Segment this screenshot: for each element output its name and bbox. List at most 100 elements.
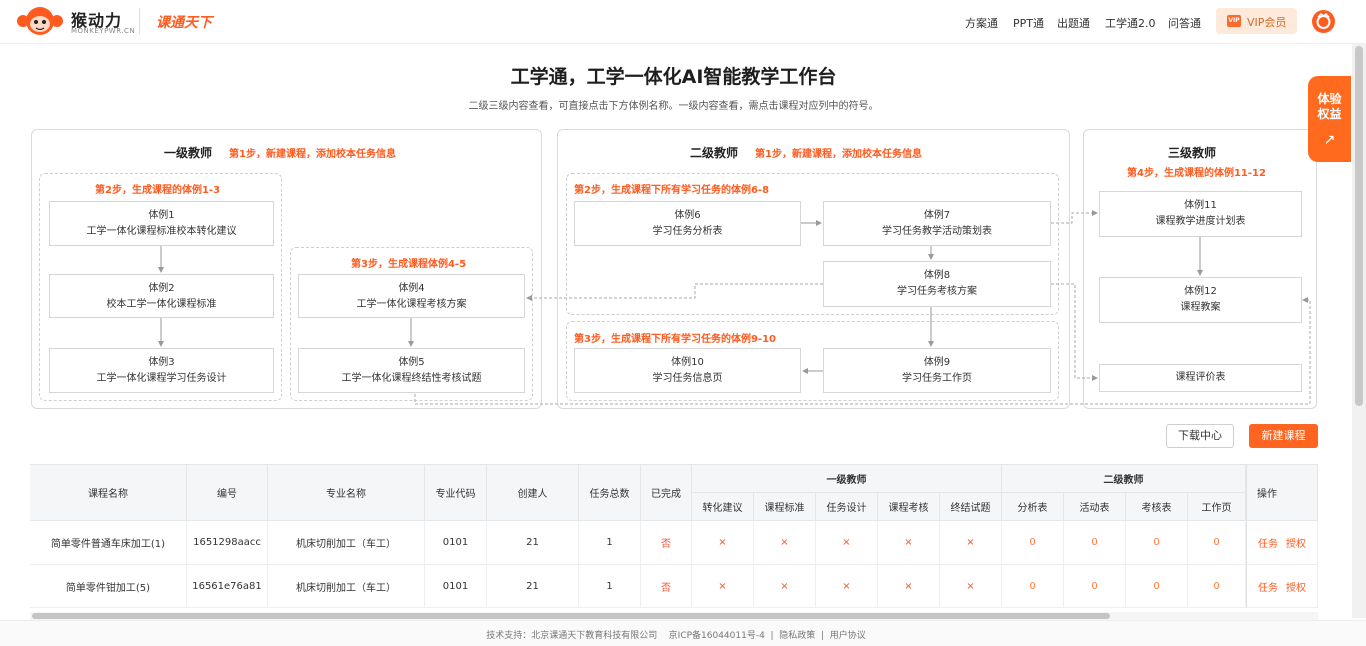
node-tili-3-desc: 工学一体化课程学习任务设计 [96,373,227,384]
page-vertical-scrollbar[interactable] [1352,44,1366,618]
scrollbar-thumb[interactable] [32,613,1110,619]
th-code: 编号 [187,465,268,521]
cell-done: 否 [641,565,692,608]
node-tili-12-desc: 课程教案 [1180,302,1221,313]
th-g2-col: 活动表 [1064,493,1126,521]
node-tili-7-title: 体例7 [923,210,951,221]
node-tili-7[interactable]: 体例7 学习任务教学活动策划表 [823,201,1051,246]
th-course-name: 课程名称 [30,465,187,521]
cell-g1-status[interactable]: × [692,521,754,565]
node-tili-6-title: 体例6 [674,210,701,221]
node-tili-9-desc: 学习任务工作页 [902,373,972,384]
th-g2-col: 考核表 [1126,493,1188,521]
node-tili-11[interactable]: 体例11 课程教学进度计划表 [1099,191,1302,237]
node-tili-5-title: 体例5 [398,357,425,368]
download-center-button[interactable]: 下载中心 [1166,424,1234,448]
cell-major-code: 0101 [425,521,487,565]
cell-g1-status[interactable]: × [754,521,816,565]
th-task-total: 任务总数 [579,465,641,521]
cell-g1-status[interactable]: × [878,565,940,608]
cell-g1-status[interactable]: × [940,521,1002,565]
node-tili-4[interactable]: 体例4 工学一体化课程考核方案 [298,274,525,318]
th-g1-col: 转化建议 [692,493,754,521]
node-tili-12[interactable]: 体例12 课程教案 [1099,277,1302,323]
cell-g1-status[interactable]: × [692,565,754,608]
node-tili-8-desc: 学习任务考核方案 [897,286,977,297]
node-tili-1-title: 体例1 [148,210,175,221]
cell-task-total: 1 [579,565,641,608]
cell-ops: 任务 授权 [1246,565,1318,608]
cell-ops: 任务 授权 [1246,521,1318,565]
page-footer: 技术支持：北京课通天下教育科技有限公司 京ICP备16044011号-4 | 隐… [0,620,1366,646]
th-g1-col: 终结试题 [940,493,1002,521]
th-g2-col: 工作页 [1188,493,1246,521]
node-tili-6-desc: 学习任务分析表 [652,226,723,237]
node-tili-12-title: 体例12 [1184,286,1217,297]
cell-g2-count[interactable]: 0 [1064,521,1126,565]
th-major-code: 专业代码 [425,465,487,521]
node-tili-5[interactable]: 体例5 工学一体化课程终结性考核试题 [298,348,525,393]
node-tili-5-desc: 工学一体化课程终结性考核试题 [341,373,482,384]
node-tili-3-title: 体例3 [148,357,175,368]
cell-g2-count[interactable]: 0 [1064,565,1126,608]
th-g1-col: 任务设计 [816,493,878,521]
th-g1-col: 课程标准 [754,493,816,521]
cell-creator: 21 [487,565,579,608]
cell-g1-status[interactable]: × [816,565,878,608]
th-group-level1: 一级教师 [692,465,1002,493]
node-tili-3[interactable]: 体例3 工学一体化课程学习任务设计 [49,348,274,393]
node-tili-6[interactable]: 体例6 学习任务分析表 [574,201,801,246]
node-tili-8[interactable]: 体例8 学习任务考核方案 [823,261,1051,307]
scrollbar-thumb[interactable] [1355,46,1363,406]
cell-course-name[interactable]: 简单零件普通车床加工(1) [30,521,187,565]
node-tili-10-desc: 学习任务信息页 [652,373,723,384]
th-group-level2: 二级教师 [1002,465,1246,493]
cell-done: 否 [641,521,692,565]
th-ops: 操作 [1246,465,1318,521]
node-tili-10-title: 体例10 [671,357,704,368]
cell-g2-count[interactable]: 0 [1126,521,1188,565]
cell-g2-count[interactable]: 0 [1126,565,1188,608]
cell-g2-count[interactable]: 0 [1002,565,1064,608]
node-tili-11-title: 体例11 [1184,200,1217,211]
footer-text: 技术支持：北京课通天下教育科技有限公司 京ICP备16044011号-4 | 隐… [486,631,866,641]
node-course-evaluation-label: 课程评价表 [1175,372,1226,383]
cell-code: 16561e76a81 [187,565,268,608]
cell-course-name[interactable]: 简单零件钳加工(5) [30,565,187,608]
node-tili-4-title: 体例4 [398,283,425,294]
benefits-label-1: 体验 [1317,92,1342,106]
node-tili-2-desc: 校本工学一体化课程标准 [106,299,217,310]
cell-task-total: 1 [579,521,641,565]
benefits-side-tag[interactable]: 体验 权益 ↗ [1308,76,1351,162]
node-tili-10[interactable]: 体例10 学习任务信息页 [574,348,801,393]
benefits-label-2: 权益 [1317,107,1342,121]
cell-creator: 21 [487,521,579,565]
cell-g1-status[interactable]: × [754,565,816,608]
cell-g1-status[interactable]: × [816,521,878,565]
cell-g2-count[interactable]: 0 [1188,565,1246,608]
cell-g1-status[interactable]: × [940,565,1002,608]
node-tili-9[interactable]: 体例9 学习任务工作页 [823,348,1051,393]
authorize-link[interactable]: 授权 [1286,535,1306,550]
th-done: 已完成 [641,465,692,521]
cell-major: 机床切削加工（车工） [268,521,425,565]
th-major: 专业名称 [268,465,425,521]
task-link[interactable]: 任务 [1258,535,1278,550]
node-course-evaluation[interactable]: 课程评价表 [1099,364,1302,392]
node-tili-1-desc: 工学一体化课程标准校本转化建议 [86,226,237,237]
node-tili-8-title: 体例8 [923,270,951,281]
cell-g1-status[interactable]: × [878,521,940,565]
node-tili-1[interactable]: 体例1 工学一体化课程标准校本转化建议 [49,201,274,246]
node-tili-9-title: 体例9 [923,357,951,368]
task-link[interactable]: 任务 [1258,579,1278,594]
course-table: 课程名称 编号 专业名称 专业代码 创建人 任务总数 已完成 一级教师 二级教师… [30,464,1318,614]
th-creator: 创建人 [487,465,579,521]
cell-g2-count[interactable]: 0 [1188,521,1246,565]
new-course-button[interactable]: 新建课程 [1249,424,1318,448]
table-horizontal-scrollbar[interactable] [30,612,1318,620]
node-tili-2[interactable]: 体例2 校本工学一体化课程标准 [49,274,274,318]
authorize-link[interactable]: 授权 [1286,579,1306,594]
node-tili-11-desc: 课程教学进度计划表 [1155,216,1246,227]
cell-code: 1651298aacc [187,521,268,565]
cell-g2-count[interactable]: 0 [1002,521,1064,565]
